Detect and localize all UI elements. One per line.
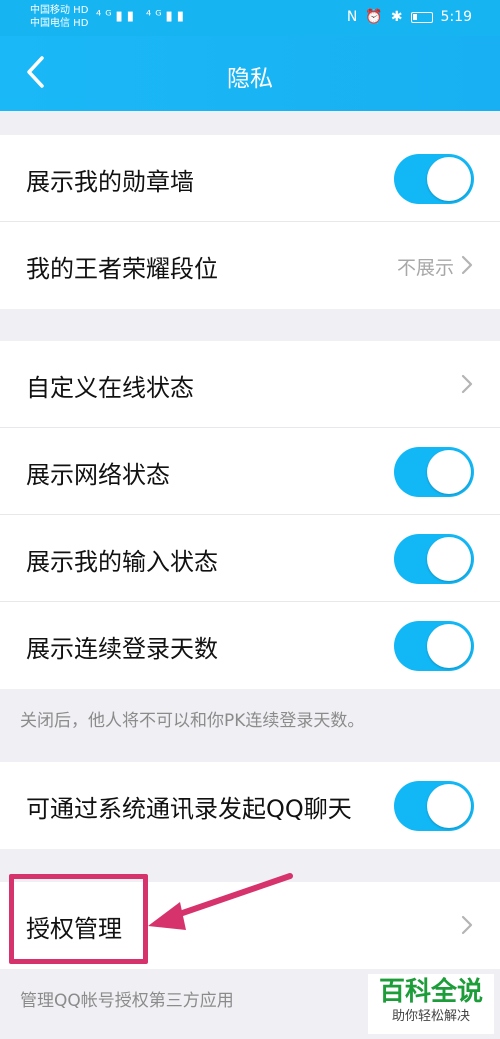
settings-group-1: 展示我的勋章墙 我的王者荣耀段位 不展示 xyxy=(0,135,500,309)
bluetooth-icon: ✱ xyxy=(390,9,403,25)
setting-label: 展示网络状态 xyxy=(26,461,170,489)
setting-row-typing-status[interactable]: 展示我的输入状态 xyxy=(0,515,500,602)
battery-icon xyxy=(410,11,433,23)
setting-value: 不展示 xyxy=(396,257,454,279)
watermark-sub-text: 助你轻松解决 xyxy=(391,1009,470,1024)
pointer-arrow-icon xyxy=(148,873,293,930)
setting-label: 可通过系统通讯录发起QQ聊天 xyxy=(26,795,352,823)
setting-label: 展示我的勋章墙 xyxy=(26,168,194,196)
setting-label: 我的王者荣耀段位 xyxy=(26,255,218,283)
setting-row-medal-wall[interactable]: 展示我的勋章墙 xyxy=(0,135,500,222)
carrier-2: 中国电信 HD xyxy=(30,18,89,29)
nav-bar: 隐私 xyxy=(0,36,500,111)
toggle-knob xyxy=(427,624,471,668)
chevron-right-icon xyxy=(461,915,473,935)
nfc-icon: N xyxy=(346,9,358,25)
status-icons: N ⏰ ✱ 5:19 xyxy=(347,9,472,25)
settings-group-2: 自定义在线状态 展示网络状态 展示我的输入状态 展示连续登录天数 xyxy=(0,341,500,689)
toggle-knob xyxy=(427,537,471,581)
signal-icon: ⁴ᴳ▮▮ ⁴ᴳ▮▮ xyxy=(96,9,188,24)
setting-row-network-status[interactable]: 展示网络状态 xyxy=(0,428,500,515)
login-days-toggle[interactable] xyxy=(394,621,474,671)
setting-row-custom-online-status[interactable]: 自定义在线状态 xyxy=(0,341,500,428)
watermark-logo: 百科全说 助你轻松解决 xyxy=(368,974,494,1034)
chevron-right-icon xyxy=(461,374,473,394)
highlight-box xyxy=(9,874,148,964)
setting-label: 自定义在线状态 xyxy=(26,374,194,402)
login-days-note: 关闭后，他人将不可以和你PK连续登录天数。 xyxy=(20,711,365,731)
setting-row-contacts-chat[interactable]: 可通过系统通讯录发起QQ聊天 xyxy=(0,762,500,849)
carrier-info: 中国移动 HD 中国电信 HD xyxy=(30,4,88,30)
typing-status-toggle[interactable] xyxy=(394,534,474,584)
medal-wall-toggle[interactable] xyxy=(394,154,474,204)
contacts-chat-toggle[interactable] xyxy=(394,781,474,831)
setting-label: 展示我的输入状态 xyxy=(26,548,218,576)
status-bar: 中国移动 HD 中国电信 HD ⁴ᴳ▮▮ ⁴ᴳ▮▮ N ⏰ ✱ 5:19 xyxy=(0,0,500,36)
toggle-knob xyxy=(427,157,471,201)
carrier-1: 中国移动 HD xyxy=(30,5,89,16)
setting-row-honor-rank[interactable]: 我的王者荣耀段位 不展示 xyxy=(0,222,500,309)
chevron-right-icon xyxy=(461,255,473,275)
network-status-toggle[interactable] xyxy=(394,447,474,497)
setting-row-login-days[interactable]: 展示连续登录天数 xyxy=(0,602,500,689)
watermark-main-text: 百科全说 xyxy=(378,977,483,1007)
alarm-icon: ⏰ xyxy=(365,9,383,25)
setting-label: 展示连续登录天数 xyxy=(26,635,218,663)
settings-group-3: 可通过系统通讯录发起QQ聊天 xyxy=(0,762,500,849)
clock: 5:19 xyxy=(440,9,472,25)
authorization-note: 管理QQ帐号授权第三方应用 xyxy=(20,991,234,1011)
toggle-knob xyxy=(427,784,471,828)
page-title: 隐私 xyxy=(227,66,273,92)
toggle-knob xyxy=(427,450,471,494)
